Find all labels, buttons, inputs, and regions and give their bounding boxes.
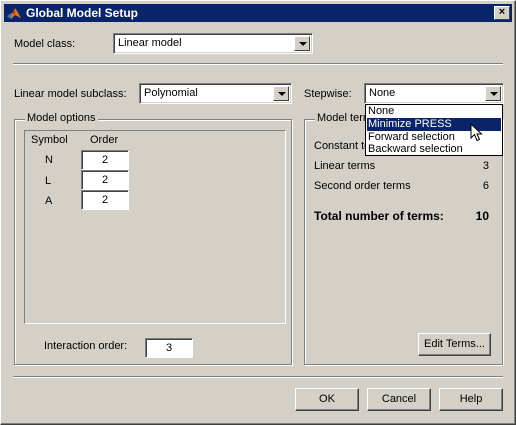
interaction-order-label: Interaction order:	[44, 340, 128, 352]
separator	[13, 63, 503, 65]
cancel-button[interactable]: Cancel	[367, 388, 431, 411]
model-class-select[interactable]: Linear model	[113, 33, 313, 54]
edit-terms-button[interactable]: Edit Terms...	[418, 333, 491, 356]
title-bar[interactable]: Global Model Setup ×	[4, 4, 512, 22]
dialog-window: Global Model Setup × Model class: Linear…	[0, 0, 516, 425]
order-input-a[interactable]: 2	[81, 190, 129, 210]
model-class-value: Linear model	[118, 37, 182, 49]
help-button[interactable]: Help	[439, 388, 503, 411]
window-title: Global Model Setup	[26, 6, 139, 20]
chevron-down-icon[interactable]	[273, 86, 289, 101]
stepwise-label: Stepwise:	[304, 88, 352, 100]
model-class-label: Model class:	[14, 38, 76, 50]
stepwise-value: None	[369, 87, 396, 99]
second-order-terms-value: 6	[482, 180, 489, 192]
close-button[interactable]: ×	[494, 6, 510, 20]
matlab-logo-icon	[7, 8, 21, 19]
linear-terms-value: 3	[482, 160, 489, 172]
stepwise-select[interactable]: None	[364, 83, 504, 104]
symbol-a: A	[45, 195, 53, 207]
order-input-l[interactable]: 2	[81, 170, 129, 190]
second-order-terms-label: Second order terms	[314, 180, 411, 192]
separator	[13, 376, 503, 378]
symbol-l: L	[45, 175, 52, 187]
ok-button[interactable]: OK	[295, 388, 359, 411]
order-table-panel	[24, 130, 286, 324]
model-options-title: Model options	[25, 112, 98, 124]
subclass-label: Linear model subclass:	[14, 88, 127, 100]
symbol-n: N	[45, 154, 53, 166]
interaction-order-input[interactable]: 3	[145, 338, 193, 358]
chevron-down-icon[interactable]	[294, 36, 310, 51]
subclass-select[interactable]: Polynomial	[139, 83, 292, 104]
dropdown-option-backward-selection[interactable]: Backward selection	[367, 143, 501, 156]
mouse-pointer-icon	[470, 123, 483, 142]
subclass-value: Polynomial	[144, 87, 198, 99]
close-icon: ×	[498, 6, 506, 18]
order-input-n[interactable]: 2	[81, 150, 129, 170]
chevron-down-icon[interactable]	[485, 86, 501, 101]
total-terms-label: Total number of terms:	[314, 209, 444, 223]
total-terms-value: 10	[475, 209, 489, 223]
dropdown-option-none[interactable]: None	[367, 105, 501, 118]
linear-terms-label: Linear terms	[314, 160, 376, 172]
order-column-header: Order	[90, 134, 119, 146]
symbol-column-header: Symbol	[31, 134, 68, 146]
